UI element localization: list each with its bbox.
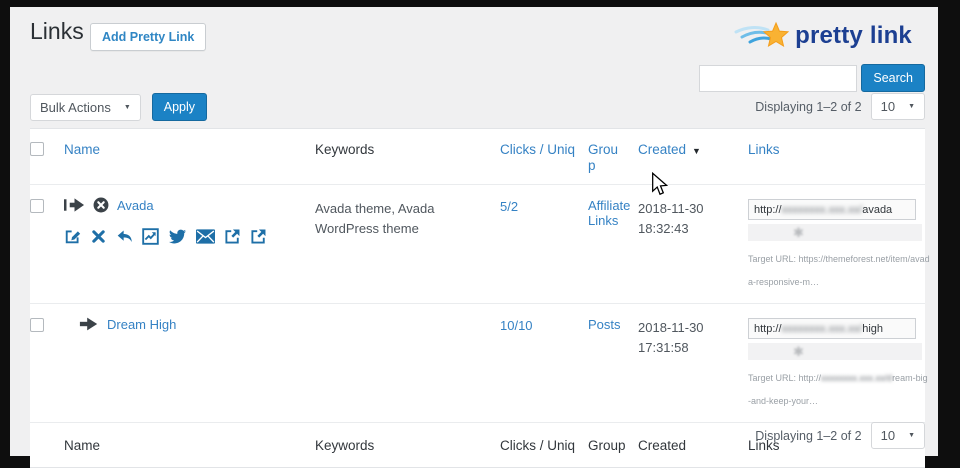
column-header-group[interactable]: Group [588, 129, 638, 184]
created-header-label: Created [638, 142, 686, 157]
url-suffix: avada [862, 204, 892, 216]
redirect-arrow-icon [79, 316, 99, 332]
reset-icon[interactable] [116, 228, 133, 245]
pagination-bottom: Displaying 1–2 of 2 10 ▼ [755, 422, 925, 449]
brand-name: pretty link [795, 22, 912, 50]
sort-desc-icon: ▼ [692, 146, 701, 156]
select-all-checkbox[interactable] [30, 142, 44, 156]
pretty-url-field[interactable]: http://xxxxxxxx.xxx.xx/avada [748, 199, 916, 220]
table-row: Dream High 10/10 Posts 2018-11-30 17:31:… [30, 304, 925, 423]
tracking-redirect-icon [64, 197, 85, 213]
link-name[interactable]: Dream High [107, 317, 176, 332]
email-icon[interactable] [196, 229, 215, 244]
search-button[interactable]: Search [861, 64, 925, 92]
clicks-link[interactable]: 5/2 [500, 199, 518, 214]
external-link-icon[interactable] [224, 228, 241, 245]
column-header-keywords: Keywords [315, 129, 500, 184]
url-prefix: http:// [754, 204, 782, 216]
twitter-icon[interactable] [168, 228, 187, 245]
page-title: Links [30, 18, 84, 45]
column-header-links[interactable]: Links [748, 129, 925, 184]
row-checkbox[interactable] [30, 318, 44, 332]
edit-icon[interactable] [64, 228, 81, 245]
footer-column-name: Name [64, 423, 315, 467]
pretty-url-field[interactable]: http://xxxxxxxx.xxx.xx/high [748, 318, 916, 339]
stats-chart-icon[interactable] [142, 228, 159, 245]
select-all-cell [30, 129, 64, 184]
per-page-select[interactable]: 10 ▼ [871, 93, 925, 120]
links-table: Name Keywords Clicks / Uniq Group Create… [30, 128, 925, 468]
keywords-cell [315, 304, 500, 422]
pretty-link-star-icon [734, 19, 790, 53]
chevron-down-icon: ▼ [908, 432, 915, 439]
target-url: Target URL: http://xxxxxxxx.xxx.xx/dream… [748, 367, 930, 412]
group-cell: Posts [588, 304, 638, 422]
copy-strip: ✱ [748, 224, 922, 241]
name-cell: Dream High [64, 304, 315, 422]
nofollow-circle-x-icon [93, 197, 109, 213]
chevron-down-icon: ▼ [908, 103, 915, 110]
group-link[interactable]: Posts [588, 317, 621, 332]
copy-icon[interactable]: ✱ [793, 345, 804, 358]
group-link[interactable]: Affiliate Links [588, 198, 630, 228]
clicks-cell: 10/10 [500, 304, 588, 422]
keywords-cell: Avada theme, Avada WordPress theme [315, 185, 500, 303]
url-prefix: http:// [754, 323, 782, 335]
target-url: Target URL: https://themeforest.net/item… [748, 248, 930, 293]
footer-column-created: Created [638, 423, 748, 467]
footer-column-keywords: Keywords [315, 423, 500, 467]
search-row: Search [699, 64, 925, 92]
url-redacted: xxxxxxxx.xxx.xx/ [782, 323, 863, 335]
bulk-actions-row: Bulk Actions ▼ Apply [30, 93, 207, 121]
pretty-link-logo: pretty link [734, 19, 912, 53]
group-cell: Affiliate Links [588, 185, 638, 303]
table-header-row: Name Keywords Clicks / Uniq Group Create… [30, 129, 925, 185]
admin-page: Links Add Pretty Link pretty link Search… [10, 7, 938, 456]
column-header-name[interactable]: Name [64, 129, 315, 184]
search-input[interactable] [699, 65, 857, 92]
column-header-clicks[interactable]: Clicks / Uniq [500, 129, 588, 184]
per-page-value: 10 [881, 99, 895, 114]
chevron-down-icon: ▼ [124, 104, 131, 111]
displaying-count: Displaying 1–2 of 2 [755, 100, 861, 114]
footer-column-group: Group [588, 423, 638, 467]
links-cell: http://xxxxxxxx.xxx.xx/avada ✱ Target UR… [748, 185, 940, 303]
add-pretty-link-button[interactable]: Add Pretty Link [90, 23, 206, 51]
footer-column-clicks: Clicks / Uniq [500, 423, 588, 467]
per-page-select[interactable]: 10 ▼ [871, 422, 925, 449]
copy-strip: ✱ [748, 343, 922, 360]
bulk-actions-label: Bulk Actions [40, 100, 111, 115]
footer-select-cell [30, 423, 64, 467]
target-prefix: Target URL: http:// [748, 373, 821, 383]
links-cell: http://xxxxxxxx.xxx.xx/high ✱ Target URL… [748, 304, 940, 422]
created-cell: 2018-11-30 18:32:43 [638, 185, 748, 303]
url-suffix: high [862, 323, 883, 335]
target-redacted: xxxxxxxx.xxx.xx/d [821, 373, 892, 383]
column-header-created[interactable]: Created ▼ [638, 129, 748, 184]
bulk-actions-select[interactable]: Bulk Actions ▼ [30, 94, 141, 121]
table-row: Avada [30, 185, 925, 304]
row-checkbox[interactable] [30, 199, 44, 213]
row-select-cell [30, 185, 64, 303]
row-actions [64, 228, 309, 245]
created-cell: 2018-11-30 17:31:58 [638, 304, 748, 422]
row-select-cell [30, 304, 64, 422]
link-name[interactable]: Avada [117, 198, 154, 213]
external-link-icon[interactable] [250, 228, 267, 245]
name-cell: Avada [64, 185, 315, 303]
clicks-link[interactable]: 10/10 [500, 318, 533, 333]
delete-icon[interactable] [90, 228, 107, 245]
apply-button[interactable]: Apply [152, 93, 207, 121]
displaying-count: Displaying 1–2 of 2 [755, 429, 861, 443]
copy-icon[interactable]: ✱ [793, 226, 804, 239]
per-page-value: 10 [881, 428, 895, 443]
url-redacted: xxxxxxxx.xxx.xx/ [782, 204, 863, 216]
clicks-cell: 5/2 [500, 185, 588, 303]
pagination-top: Displaying 1–2 of 2 10 ▼ [755, 93, 925, 120]
